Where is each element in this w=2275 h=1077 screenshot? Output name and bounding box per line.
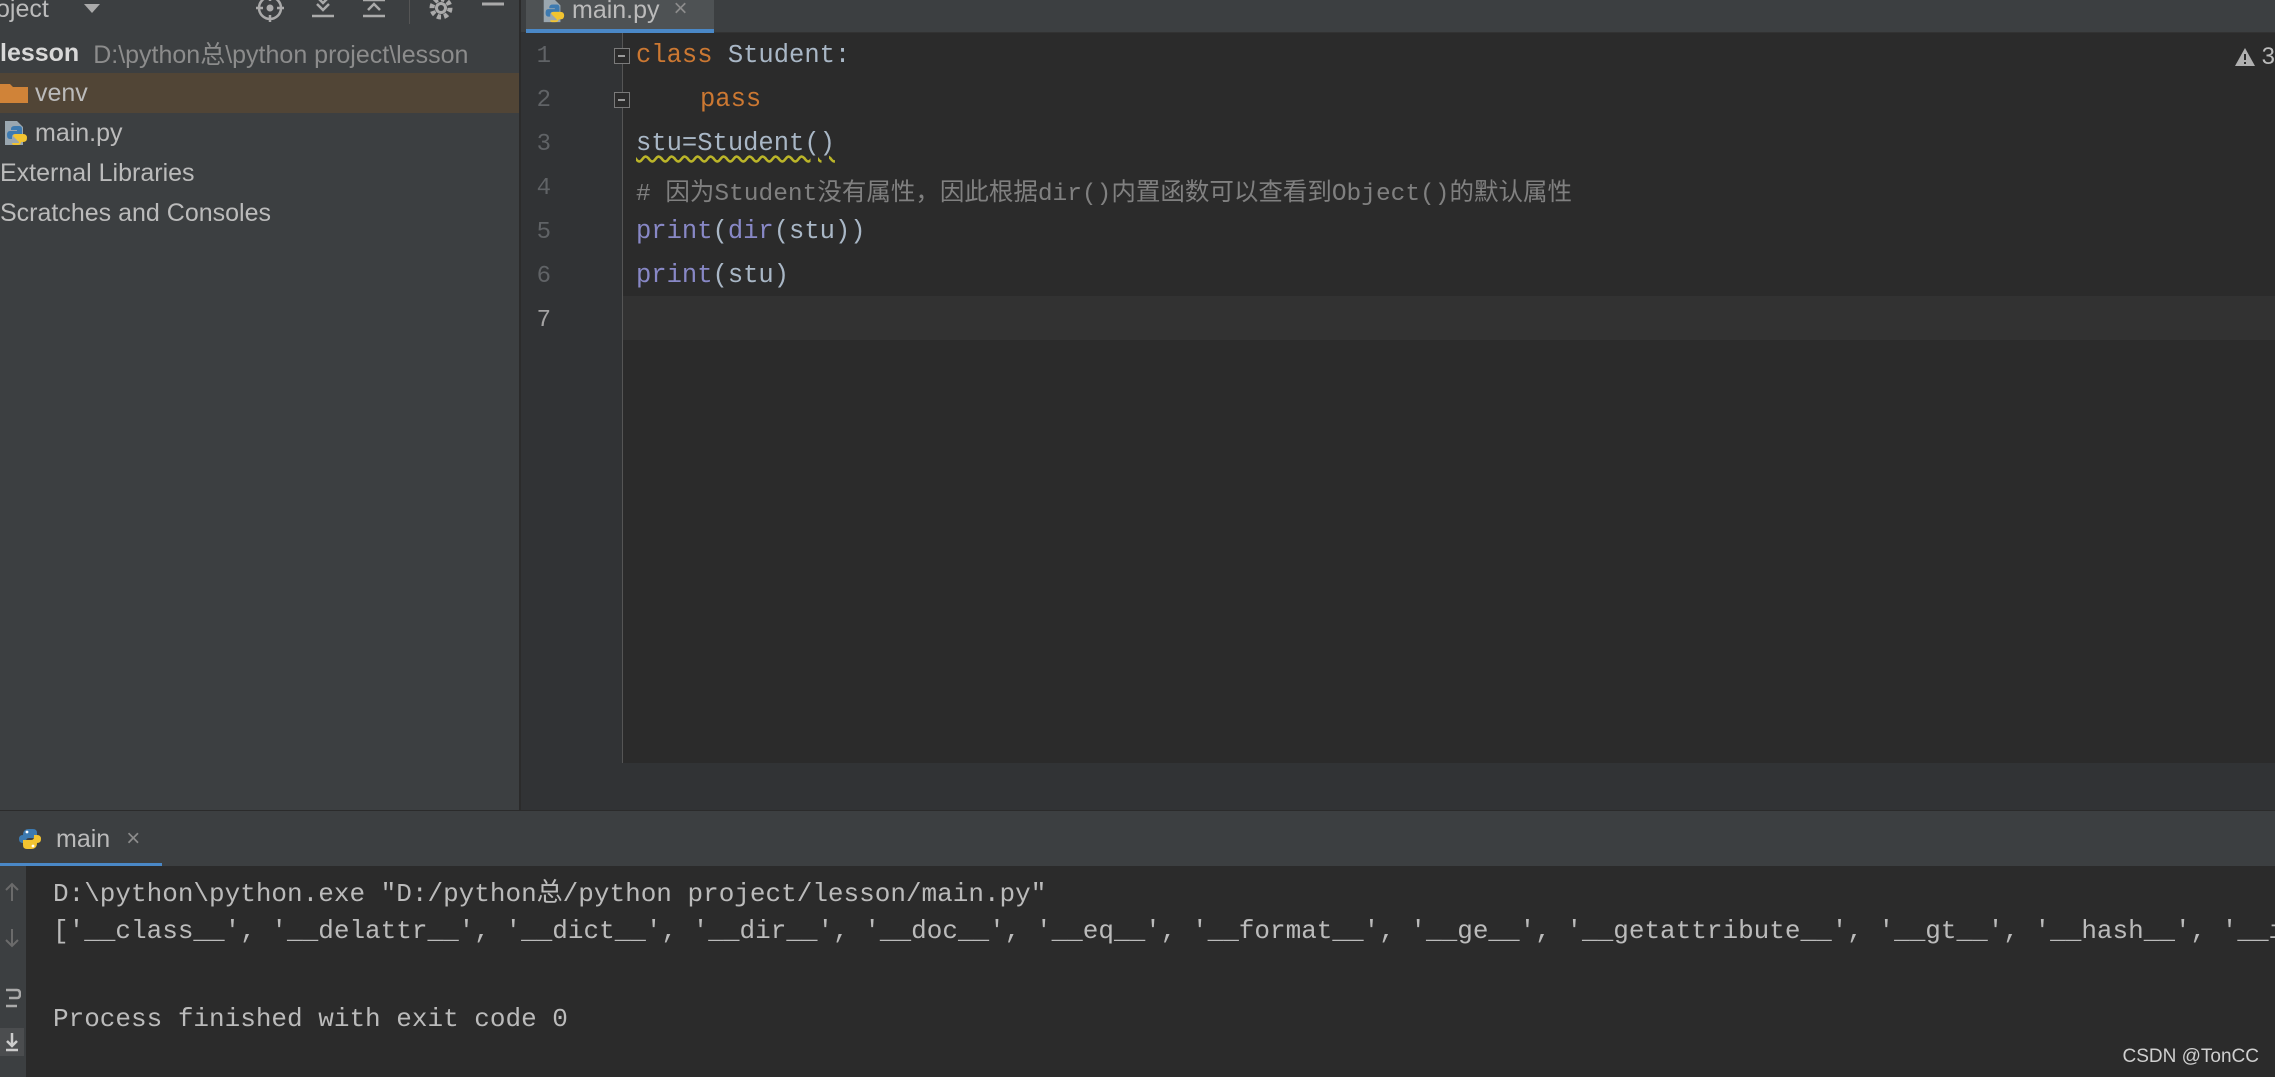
line-number: 3 [536,131,551,158]
code-text: Student: [712,41,851,70]
watermark: CSDN @TonCC [2122,1046,2259,1067]
line-number: 6 [536,263,551,290]
python-file-icon [540,0,566,24]
line-number: 7 [536,307,551,334]
run-panel-header: main × [0,810,2275,867]
project-toolbar: oject [0,0,519,32]
fold-marker-icon[interactable] [614,48,630,64]
tab-label: main.py [572,0,660,24]
tree-item-lesson-root[interactable]: lesson D:\python总\python project\lesson [0,33,519,73]
code-editor[interactable]: 1 2 3 4 5 6 7 class Student: pass stu=St… [521,33,2275,763]
builtin-function: dir [727,217,774,246]
folder-icon [0,80,30,106]
editor-tab-bar: main.py × [521,0,2275,33]
run-tab-label: main [56,824,111,853]
tree-root-name: lesson [0,38,80,67]
code-line-6: print(stu) [636,261,789,290]
console-line: Process finished with exit code 0 [53,1004,568,1034]
line-number: 4 [536,175,551,202]
code-comment: # 因为Student没有属性，因此根据dir()内置函数可以查看到Object… [636,181,1572,208]
keyword: pass [700,85,762,114]
code-line-3: stu=Student() [636,129,835,158]
console-line: D:\python\python.exe "D:/python总/python … [53,879,1047,909]
close-icon[interactable]: × [126,825,140,853]
gutter-separator [622,33,623,763]
line-number: 5 [536,219,551,246]
line-number: 1 [536,43,551,70]
builtin-function: print [636,261,713,290]
code-text-warning: stu=Student() [636,129,835,158]
python-run-icon [16,825,44,853]
arrow-up-icon[interactable] [0,878,24,906]
builtin-function: print [636,217,713,246]
tab-main-py[interactable]: main.py × [526,0,714,33]
code-line-1: class Student: [636,41,850,70]
warning-icon [2234,48,2255,66]
console-output[interactable]: D:\python\python.exe "D:/python总/python … [26,866,2275,1077]
hide-panel-icon[interactable] [476,0,510,22]
soft-wrap-icon[interactable] [0,984,24,1012]
project-panel: oject lesson D:\python总\python project\l… [0,0,519,810]
tree-item-label: venv [35,78,88,107]
current-line-highlight [521,296,2275,340]
tree-item-main-py[interactable]: main.py [0,113,519,153]
tree-item-external-libraries[interactable]: External Libraries [0,153,519,193]
line-number-gutter: 1 2 3 4 5 6 7 [521,33,623,763]
warning-count: 3 [2261,43,2275,70]
python-file-icon [0,120,30,146]
toolbar-divider [409,0,410,24]
expand-all-icon[interactable] [306,0,340,22]
run-toolbar [0,866,26,1077]
code-text: (stu) [712,261,790,290]
run-tab-main[interactable]: main × [0,811,162,867]
fold-marker-icon[interactable] [614,92,630,108]
inspection-warnings-badge[interactable]: 3 [2234,43,2275,71]
code-text: ( [712,217,728,246]
chevron-down-icon[interactable] [82,0,102,18]
code-line-4: # 因为Student没有属性，因此根据dir()内置函数可以查看到Object… [636,173,1572,208]
gear-icon[interactable] [424,0,458,22]
project-view-title[interactable]: oject [0,0,49,24]
tree-item-label: main.py [35,118,123,147]
code-line-2: pass [700,85,761,114]
tree-root-path: D:\python总\python project\lesson [93,41,469,69]
locate-target-icon[interactable] [253,0,287,22]
close-icon[interactable]: × [674,0,688,23]
keyword: class [636,41,713,70]
arrow-down-icon[interactable] [0,924,24,952]
tree-item-venv[interactable]: venv [0,73,519,113]
collapse-all-icon[interactable] [357,0,391,22]
tree-item-label: External Libraries [0,158,195,187]
console-line: ['__class__', '__delattr__', '__dict__',… [53,916,2275,946]
tree-item-scratches-and-consoles[interactable]: Scratches and Consoles [0,193,519,233]
line-number: 2 [536,87,551,114]
tree-item-label: Scratches and Consoles [0,198,271,227]
code-line-5: print(dir(stu)) [636,217,866,246]
code-text: (stu)) [773,217,866,246]
scroll-to-end-icon[interactable] [0,1028,24,1056]
editor-breadcrumb-bar [521,763,2275,810]
